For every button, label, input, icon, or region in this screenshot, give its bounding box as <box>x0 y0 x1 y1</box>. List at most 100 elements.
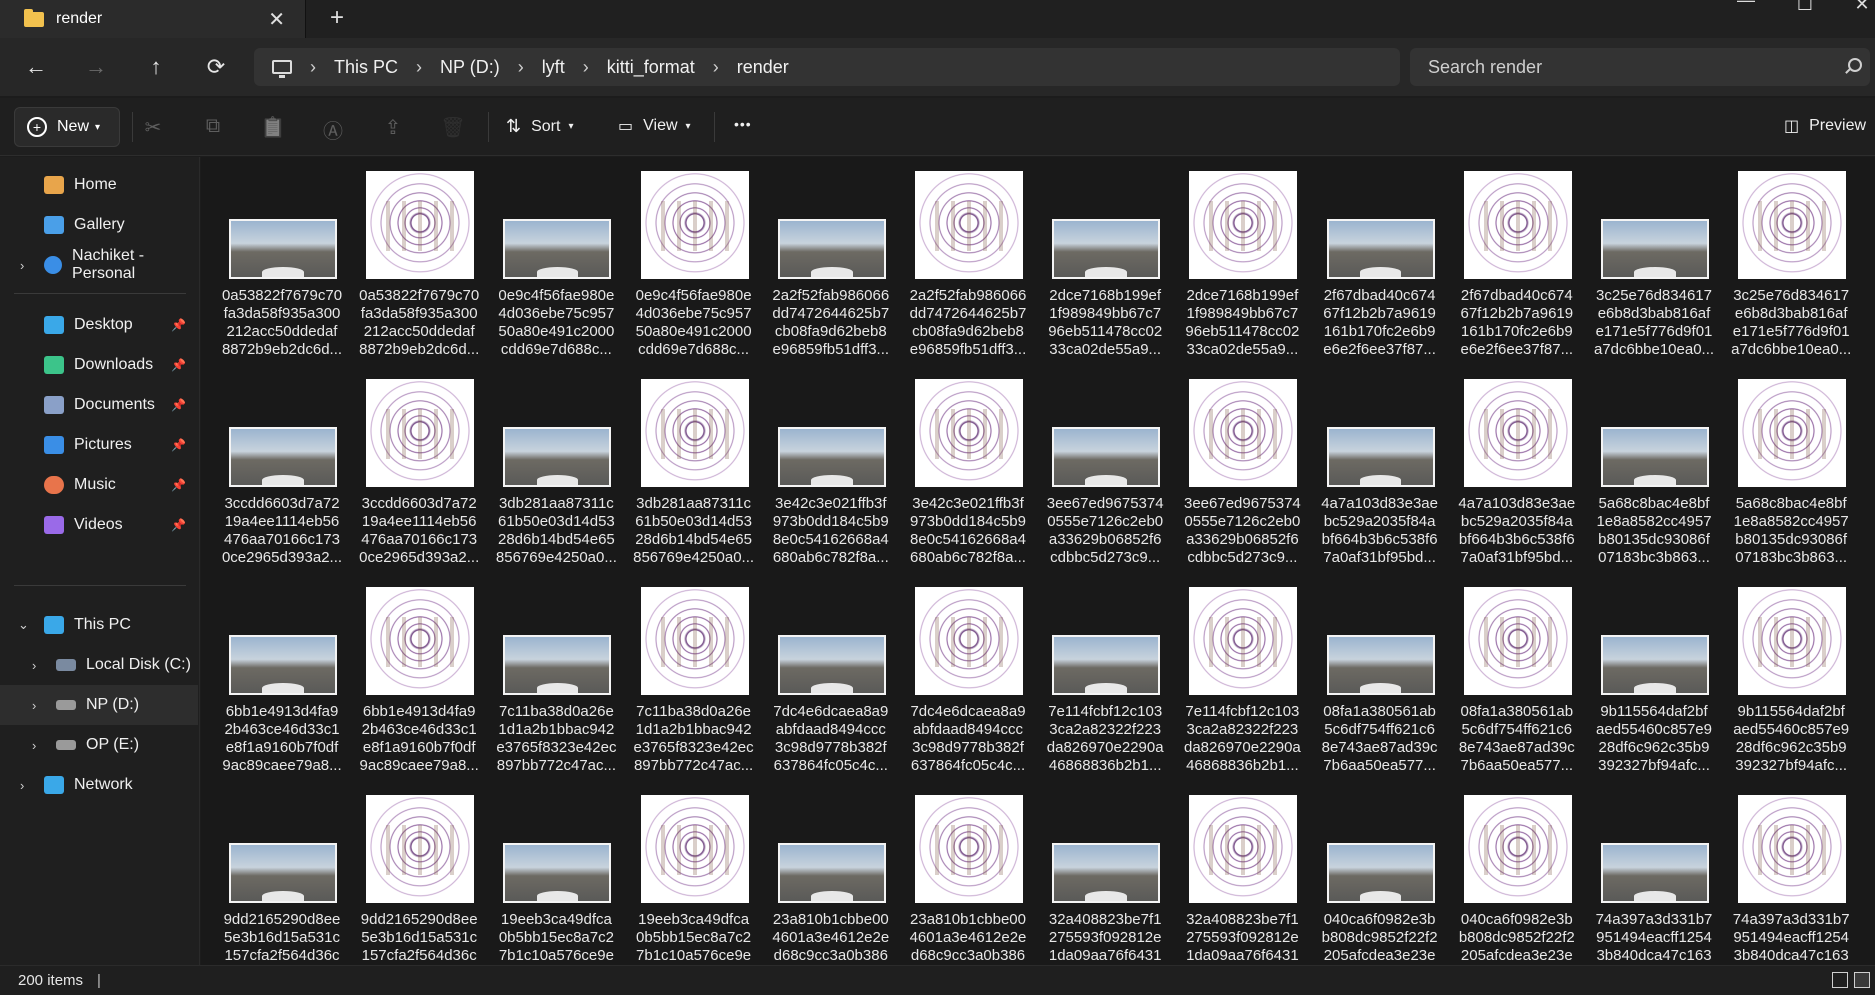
file-item[interactable]: 5a68c8bac4e8bf 1e8a8582cc4957 b80135dc9308… <box>1589 379 1719 579</box>
file-item[interactable]: 3db281aa87311c 61b50e03d14d53 28d6b14bd54e… <box>491 379 621 579</box>
view-button[interactable]: ▭ View ▾ <box>618 116 691 136</box>
sidebar-item-pictures[interactable]: Pictures 📌 <box>0 425 198 465</box>
file-item[interactable]: 2a2f52fab986066 dd7472644625b7 cb08fa9d62b… <box>766 171 896 371</box>
breadcrumb-chevron-icon[interactable]: › <box>713 57 719 78</box>
file-item[interactable]: 32a408823be7f1 275593f092812e 1da09aa76f64… <box>1040 795 1170 965</box>
sidebar-item-desktop[interactable]: Desktop 📌 <box>0 305 198 345</box>
chevron-right-icon[interactable]: › <box>20 258 24 273</box>
sidebar-item-downloads[interactable]: Downloads 📌 <box>0 345 198 385</box>
file-thumbnail[interactable] <box>229 379 337 487</box>
rename-icon[interactable]: Ⓐ <box>320 115 346 143</box>
search-icon[interactable] <box>1848 58 1862 72</box>
breadcrumb-this-pc[interactable]: This PC <box>334 57 398 78</box>
file-thumbnail[interactable] <box>1463 171 1572 279</box>
file-item[interactable]: 2dce7168b199ef 1f989849bb67c7 96eb511478cc… <box>1040 171 1170 371</box>
file-thumbnail[interactable] <box>1463 379 1572 487</box>
address-bar[interactable]: › This PC › NP (D:) › lyft › kitti_forma… <box>254 48 1400 86</box>
file-item[interactable]: 7c11ba38d0a26e 1d1a2b1bbac942 e3765f8323e4… <box>629 587 759 787</box>
file-thumbnail[interactable] <box>777 171 886 279</box>
file-item[interactable]: 7c11ba38d0a26e 1d1a2b1bbac942 e3765f8323e4… <box>491 587 621 787</box>
file-thumbnail[interactable] <box>1326 587 1435 695</box>
chevron-right-icon[interactable]: › <box>32 738 36 753</box>
file-thumbnail[interactable] <box>1052 171 1161 279</box>
forward-button[interactable]: → <box>78 50 114 84</box>
file-item[interactable]: 3e42c3e021ffb3f 973b0dd184c5b9 8e0c5416266… <box>903 379 1033 579</box>
breadcrumb-chevron-icon[interactable]: › <box>310 57 316 78</box>
file-thumbnail[interactable] <box>1189 379 1298 487</box>
file-thumbnail[interactable] <box>640 171 749 279</box>
chevron-right-icon[interactable]: › <box>20 778 24 793</box>
file-thumbnail[interactable] <box>366 379 475 487</box>
file-thumbnail[interactable] <box>1601 171 1709 279</box>
file-item[interactable]: 3db281aa87311c 61b50e03d14d53 28d6b14bd54e… <box>629 379 759 579</box>
file-thumbnail[interactable] <box>503 795 612 903</box>
maximize-button[interactable]: ☐ <box>1785 0 1825 15</box>
details-view-icon[interactable] <box>1832 972 1848 988</box>
file-thumbnail[interactable] <box>1326 379 1435 487</box>
file-item[interactable]: 4a7a103d83e3ae bc529a2035f84a bf664b3b6c53… <box>1315 379 1445 579</box>
file-item[interactable]: 2a2f52fab986066 dd7472644625b7 cb08fa9d62b… <box>903 171 1033 371</box>
file-thumbnail[interactable] <box>640 587 749 695</box>
file-thumbnail[interactable] <box>777 587 886 695</box>
breadcrumb-lyft[interactable]: lyft <box>542 57 565 78</box>
file-item[interactable]: 3c25e76d834617 e6b8d3bab816af e171e5f776d9… <box>1726 171 1856 371</box>
file-thumbnail[interactable] <box>1738 587 1847 695</box>
file-thumbnail[interactable] <box>229 171 337 279</box>
file-item[interactable]: 0a53822f7679c70 fa3da58f935a300 212acc50dd… <box>354 171 484 371</box>
file-item[interactable]: 7dc4e6dcaea8a9 abfdaad8494ccc 3c98d9778b38… <box>903 587 1033 787</box>
more-options-icon[interactable]: ••• <box>734 116 752 132</box>
file-item[interactable]: 3c25e76d834617 e6b8d3bab816af e171e5f776d9… <box>1589 171 1719 371</box>
chevron-right-icon[interactable]: › <box>32 698 36 713</box>
computer-icon[interactable] <box>272 60 292 78</box>
sidebar-item-home[interactable]: Home <box>0 165 198 205</box>
file-thumbnail[interactable] <box>915 587 1023 695</box>
file-thumbnail[interactable] <box>229 587 337 695</box>
file-item[interactable]: 9b115564daf2bf aed55460c857e9 28df6c962c35… <box>1726 587 1856 787</box>
file-thumbnail[interactable] <box>1601 795 1709 903</box>
file-item[interactable]: 74a397a3d331b7 951494eacff1254 3b840dca47c… <box>1726 795 1856 965</box>
new-tab-button[interactable]: + <box>330 4 344 32</box>
file-thumbnail[interactable] <box>1189 795 1298 903</box>
tab-render[interactable]: render ✕ <box>0 0 306 38</box>
file-item[interactable]: 3ccdd6603d7a72 19a4ee1114eb56 476aa70166c1… <box>217 379 347 579</box>
file-thumbnail[interactable] <box>366 171 475 279</box>
file-thumbnail[interactable] <box>915 379 1023 487</box>
breadcrumb-render[interactable]: render <box>737 57 789 78</box>
cut-icon[interactable]: ✂ <box>140 115 166 141</box>
breadcrumb-chevron-icon[interactable]: › <box>518 57 524 78</box>
file-item[interactable]: 3ee67ed9675374 0555e7126c2eb0 a33629b06852… <box>1040 379 1170 579</box>
chevron-down-icon[interactable]: ⌄ <box>18 617 29 633</box>
file-thumbnail[interactable] <box>915 171 1023 279</box>
sort-button[interactable]: ⇅ Sort ▾ <box>506 116 573 137</box>
file-thumbnail[interactable] <box>1189 587 1298 695</box>
file-thumbnail[interactable] <box>1738 171 1847 279</box>
file-item[interactable]: 2f67dbad40c674 67f12b2b7a9619 161b170fc2e6… <box>1315 171 1445 371</box>
file-item[interactable]: 5a68c8bac4e8bf 1e8a8582cc4957 b80135dc9308… <box>1726 379 1856 579</box>
file-item[interactable]: 2f67dbad40c674 67f12b2b7a9619 161b170fc2e6… <box>1452 171 1582 371</box>
file-item[interactable]: 19eeb3ca49dfca 0b5bb15ec8a7c2 7b1c10a576ce… <box>491 795 621 965</box>
sidebar-item-music[interactable]: Music 📌 <box>0 465 198 505</box>
file-item[interactable]: 0a53822f7679c70 fa3da58f935a300 212acc50dd… <box>217 171 347 371</box>
file-item[interactable]: 4a7a103d83e3ae bc529a2035f84a bf664b3b6c53… <box>1452 379 1582 579</box>
file-thumbnail[interactable] <box>1326 795 1435 903</box>
file-thumbnail[interactable] <box>366 795 475 903</box>
back-button[interactable]: ← <box>18 50 54 84</box>
preview-button[interactable]: ◫ Preview <box>1784 116 1866 136</box>
file-thumbnail[interactable] <box>640 379 749 487</box>
breadcrumb-np-drive[interactable]: NP (D:) <box>440 57 500 78</box>
file-thumbnail[interactable] <box>640 795 749 903</box>
file-item[interactable]: 6bb1e4913d4fa9 2b463ce46d33c1 e8f1a9160b7f… <box>217 587 347 787</box>
file-thumbnail[interactable] <box>1601 587 1709 695</box>
file-thumbnail[interactable] <box>503 379 612 487</box>
breadcrumb-chevron-icon[interactable]: › <box>416 57 422 78</box>
file-item[interactable]: 7e114fcbf12c103 3ca2a82322f223 da826970e22… <box>1040 587 1170 787</box>
file-item[interactable]: 74a397a3d331b7 951494eacff1254 3b840dca47c… <box>1589 795 1719 965</box>
search-input[interactable] <box>1410 48 1870 86</box>
file-item[interactable]: 7dc4e6dcaea8a9 abfdaad8494ccc 3c98d9778b38… <box>766 587 896 787</box>
close-tab-icon[interactable]: ✕ <box>268 7 285 32</box>
file-item[interactable]: 040ca6f0982e3b b808dc9852f22f2 205afcdea3e… <box>1315 795 1445 965</box>
file-thumbnail[interactable] <box>777 379 886 487</box>
file-thumbnail[interactable] <box>1189 171 1298 279</box>
new-button[interactable]: + New ▾ <box>14 107 120 147</box>
file-item[interactable]: 23a810b1cbbe00 4601a3e4612e2e d68c9cc3a0b3… <box>766 795 896 965</box>
